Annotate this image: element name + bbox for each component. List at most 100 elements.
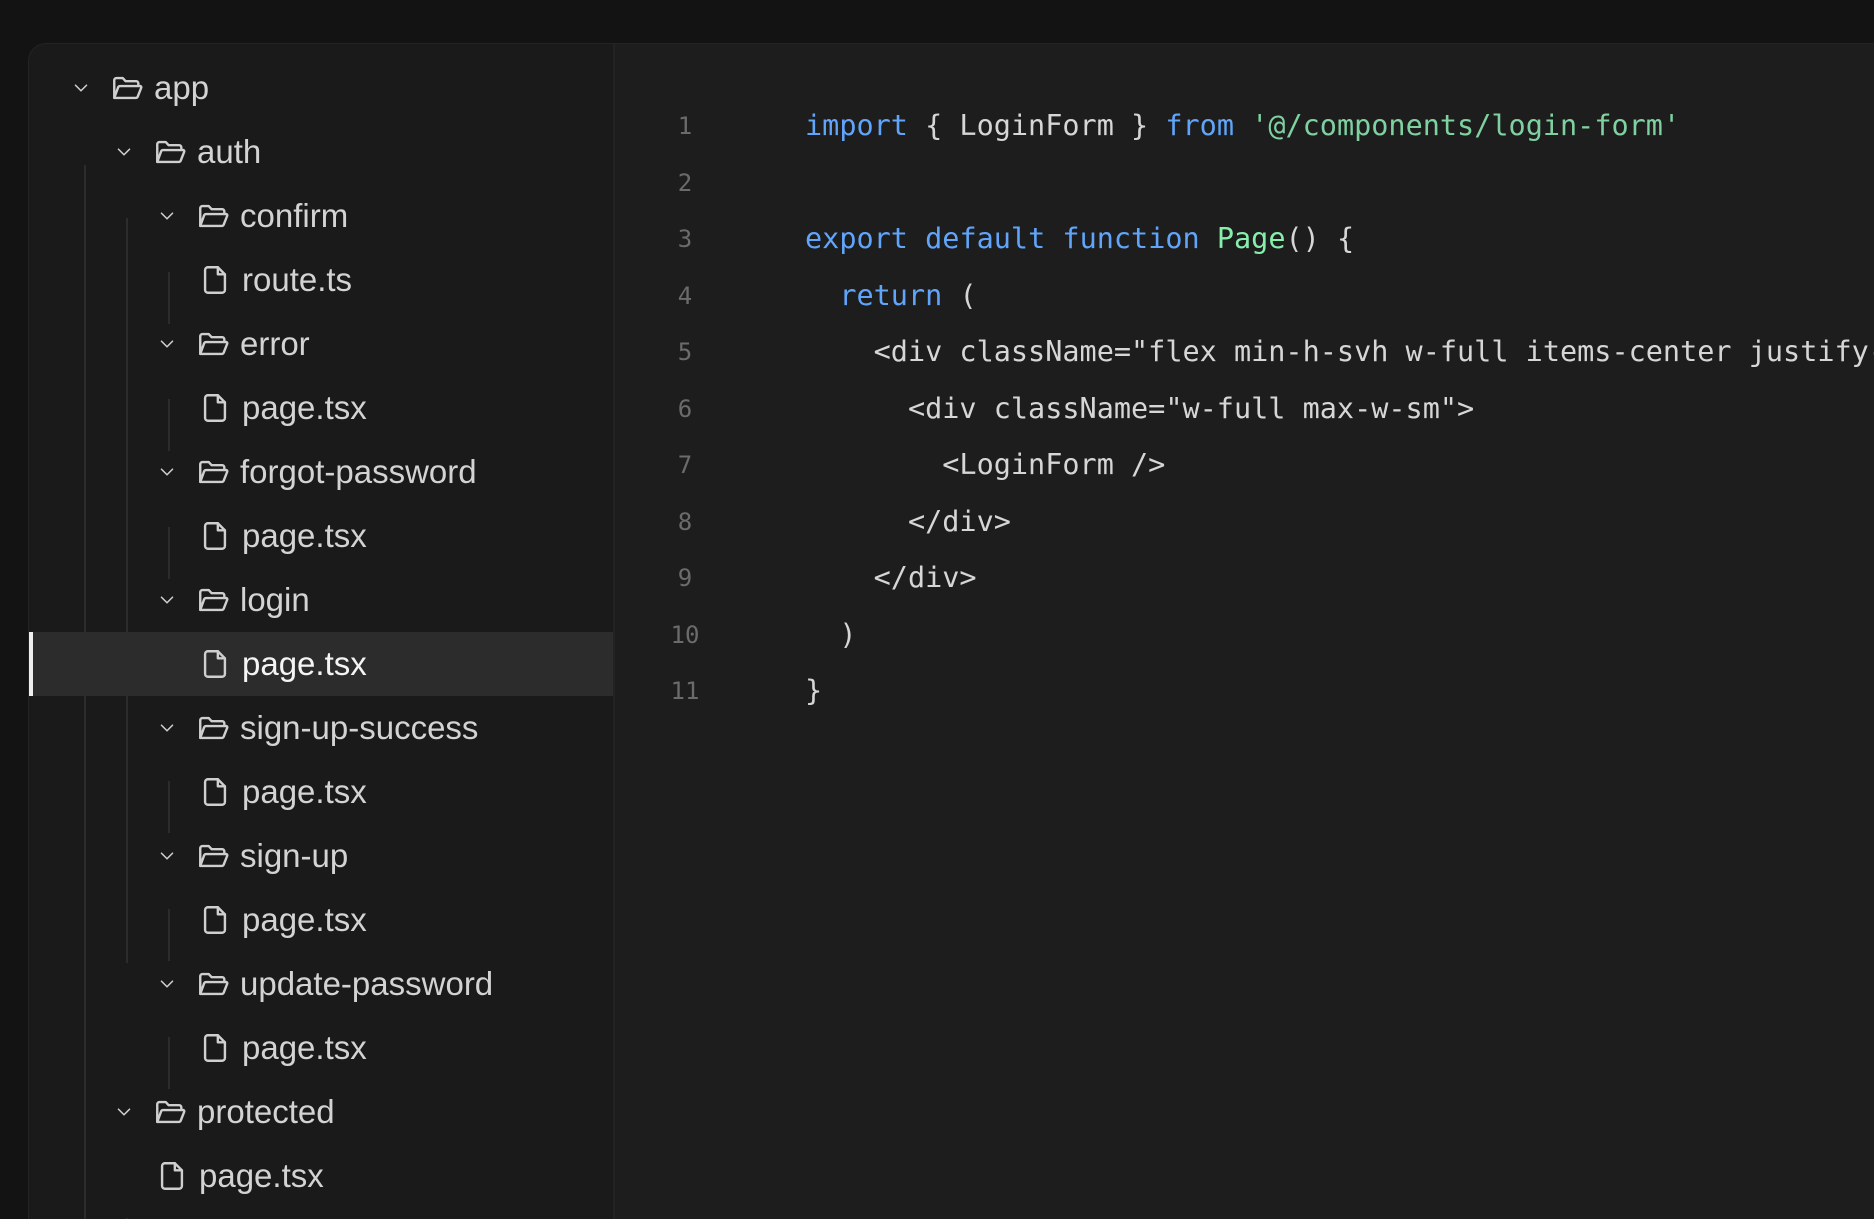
file-icon — [203, 1034, 227, 1062]
tree-item-label: update-password — [240, 965, 494, 1002]
code-token: ) — [805, 617, 857, 651]
tree-file-row[interactable]: page.tsx — [29, 632, 613, 696]
tree-file-row[interactable]: page.tsx — [29, 760, 613, 824]
file-icon — [203, 650, 227, 678]
tree-item-label: error — [240, 325, 310, 362]
line-number: 5 — [677, 338, 693, 366]
code-token: </div> — [805, 504, 1011, 538]
chevron-down-icon[interactable] — [113, 1101, 135, 1123]
chevron-down-icon[interactable] — [156, 717, 178, 739]
code-text: ) — [805, 607, 856, 663]
code-token: () { — [1285, 222, 1355, 255]
code-editor[interactable]: 1 import { LoginForm } from '@/components… — [615, 44, 1874, 1219]
tree-item-label: confirm — [240, 197, 349, 234]
code-token: </div> — [805, 561, 977, 594]
selection-indicator — [29, 632, 33, 696]
code-line: 3 export default function Page() { — [615, 211, 1874, 267]
folder-open-icon — [199, 460, 229, 484]
folder-open-icon — [113, 76, 143, 100]
folder-open-icon — [199, 332, 229, 356]
tree-item-label: page.tsx — [242, 901, 367, 938]
folder-open-icon — [199, 972, 229, 996]
code-text: import { LoginForm } from '@/components/… — [805, 98, 1680, 154]
code-token: { LoginForm } — [907, 109, 1166, 142]
line-number: 4 — [677, 281, 693, 310]
chevron-down-icon[interactable] — [156, 845, 178, 867]
chevron-down-icon[interactable] — [113, 141, 135, 163]
code-line: 10 ) — [615, 607, 1874, 663]
tree-item-label: page.tsx — [242, 645, 367, 682]
code-token: export — [805, 222, 908, 255]
code-line: 8 </div> — [615, 494, 1874, 550]
editor-window: app auth confirm route.ts error page.tsx forgo… — [28, 43, 1874, 1219]
tree-folder-row[interactable]: sign-up-success — [29, 696, 613, 760]
file-icon — [203, 522, 227, 550]
code-text: } — [805, 663, 822, 719]
tree-item-label: page.tsx — [242, 1029, 367, 1066]
file-icon — [160, 1162, 184, 1190]
chevron-down-icon[interactable] — [156, 205, 178, 227]
line-number: 3 — [677, 225, 693, 253]
code-token: function — [1062, 222, 1200, 255]
tree-folder-row[interactable]: protected — [29, 1080, 613, 1144]
tree-item-label: login — [240, 581, 310, 618]
tree-item-label: page.tsx — [242, 517, 367, 554]
tree-item-label: sign-up-success — [240, 709, 479, 746]
tree-item-label: sign-up — [240, 837, 349, 874]
folder-open-icon — [199, 844, 229, 868]
folder-open-icon — [199, 716, 229, 740]
tree-folder-row[interactable]: forgot-password — [29, 440, 613, 504]
code-text: </div> — [805, 494, 1011, 550]
line-number: 6 — [677, 394, 693, 423]
tree-folder-row[interactable]: error — [29, 312, 613, 376]
code-line: 4 return ( — [615, 268, 1874, 324]
code-text: <div className="flex min-h-svh w-full it… — [805, 324, 1874, 380]
line-number: 8 — [677, 507, 693, 536]
code-token: Page — [1216, 222, 1286, 255]
code-line: 2 — [615, 155, 1874, 211]
chevron-down-icon[interactable] — [156, 973, 178, 995]
line-number: 7 — [677, 451, 693, 479]
tree-item-label: forgot-password — [240, 453, 477, 490]
tree-item-label: route.ts — [242, 261, 353, 298]
tree-file-row[interactable]: page.tsx — [29, 1016, 613, 1080]
chevron-down-icon[interactable] — [70, 77, 92, 99]
folder-open-icon — [199, 204, 229, 228]
tree-file-row[interactable]: page.tsx — [29, 888, 613, 952]
folder-open-icon — [199, 588, 229, 612]
tree-folder-row[interactable]: app — [29, 56, 613, 120]
tree-file-row[interactable]: page.tsx — [29, 376, 613, 440]
code-token: from — [1165, 109, 1234, 142]
tree-item-label: page.tsx — [242, 773, 367, 810]
code-token: return — [839, 278, 943, 312]
tree-item-label: page.tsx — [242, 389, 367, 426]
chevron-down-icon[interactable] — [156, 589, 178, 611]
file-icon — [203, 394, 227, 422]
tree-file-row[interactable]: route.ts — [29, 248, 613, 312]
code-line: 5 <div className="flex min-h-svh w-full … — [615, 324, 1874, 380]
tree-folder-row[interactable]: confirm — [29, 184, 613, 248]
chevron-down-icon[interactable] — [156, 461, 178, 483]
code-line: 7 <LoginForm /> — [615, 437, 1874, 493]
tree-folder-row[interactable]: update-password — [29, 952, 613, 1016]
tree-file-row[interactable]: page.tsx — [29, 1144, 613, 1208]
chevron-down-icon[interactable] — [156, 333, 178, 355]
line-number: 11 — [670, 677, 700, 705]
tree-folder-row[interactable]: login — [29, 568, 613, 632]
tree-folder-row[interactable]: sign-up — [29, 824, 613, 888]
code-token: ( — [942, 278, 977, 312]
code-token: <div className="w-full max-w-sm"> — [805, 391, 1475, 425]
line-number: 1 — [677, 112, 693, 140]
tree-file-row[interactable]: page.tsx — [29, 504, 613, 568]
tree-item-label: page.tsx — [199, 1157, 324, 1194]
code-line: 1 import { LoginForm } from '@/components… — [615, 98, 1874, 154]
folder-open-icon — [156, 1100, 186, 1124]
tree-folder-row[interactable]: auth — [29, 120, 613, 184]
code-token: import — [805, 109, 908, 142]
code-token: } — [805, 674, 823, 707]
